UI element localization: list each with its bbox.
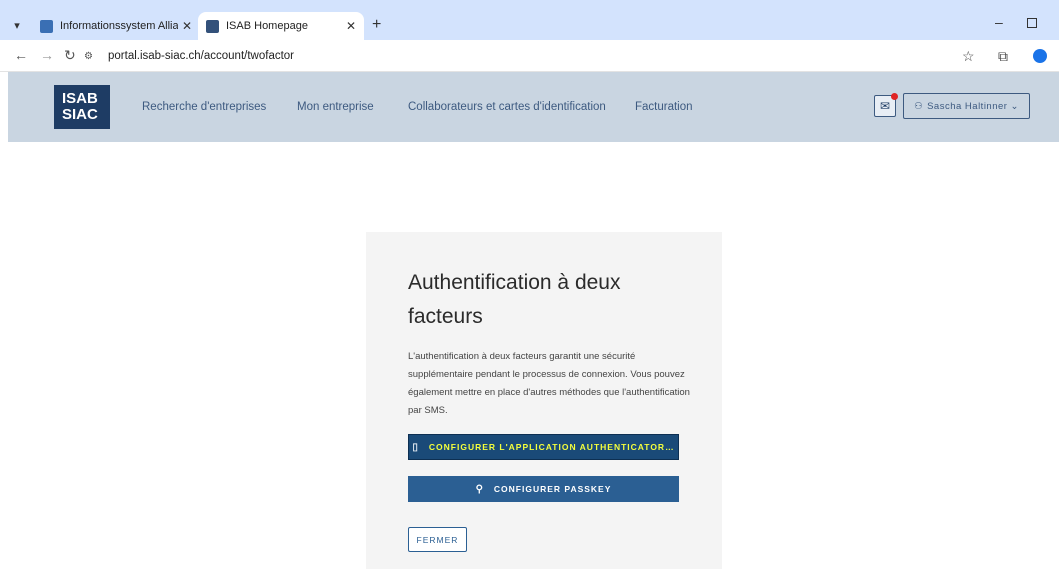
mail-icon: ✉ [879,99,891,113]
reload-icon[interactable]: ↻ [64,47,76,64]
configure-passkey-button[interactable]: ⚲ CONFIGURER PASSKEY [408,476,679,502]
tab-favicon-icon [206,19,219,33]
card-title: Authentification à deux facteurs [408,271,621,328]
logo-line1: ISAB [62,90,98,107]
nav-mon-entreprise[interactable]: Mon entreprise [297,101,374,113]
authenticator-label: CONFIGURER L'APPLICATION AUTHENTICATOR… [428,442,675,452]
profile-avatar-icon[interactable] [1033,49,1047,63]
bookmark-star-icon[interactable]: ☆ [962,48,975,65]
browser-tab-inactive[interactable]: Informationssystem Allianz Bau ✕ [32,12,200,40]
phone-icon: ▯ [412,441,419,453]
site-header: ISAB SIAC Recherche d'entreprises Mon en… [8,72,1059,142]
url-text: portal.isab-siac.ch/account/twofactor [108,50,295,62]
back-arrow-icon[interactable]: ← [14,47,28,63]
extensions-puzzle-icon[interactable]: ⧉ [998,48,1008,65]
configure-authenticator-button[interactable]: ▯ CONFIGURER L'APPLICATION AUTHENTICATOR… [408,434,679,460]
chevron-down-icon: ⌄ [1010,100,1019,112]
browser-tabstrip: ▾ Informationssystem Allianz Bau ✕ ISAB … [0,0,1059,40]
tab-title: ISAB Homepage [226,20,308,32]
window-minimize-icon[interactable]: – [995,14,1003,30]
site-settings-icon[interactable]: ⚙ [84,51,98,62]
forward-arrow-icon[interactable]: → [40,47,54,63]
browser-toolbar: ← → ↻ ⚙ portal.isab-siac.ch/account/twof… [0,40,1059,72]
isab-logo[interactable]: ISAB SIAC [54,85,110,129]
messages-button[interactable]: ✉ [874,93,898,117]
logo-line2: SIAC [62,106,98,123]
tab-close-icon[interactable]: ✕ [182,19,192,33]
nav-recherche[interactable]: Recherche d'entreprises [142,101,266,113]
window-maximize-icon[interactable] [1027,18,1037,28]
address-bar[interactable]: ⚙ portal.isab-siac.ch/account/twofactor [84,44,984,68]
tab-close-icon[interactable]: ✕ [346,19,356,33]
new-tab-plus-icon[interactable]: + [372,16,381,34]
twofactor-card: Authentification à deux facteurs L'authe… [366,232,722,569]
browser-tab-active[interactable]: ISAB Homepage ✕ [198,12,364,40]
tab-search-chevron-icon[interactable]: ▾ [6,14,28,36]
key-icon: ⚲ [475,483,484,495]
tab-favicon-icon [40,19,53,33]
user-icon: ⚇ [914,100,924,112]
passkey-label: CONFIGURER PASSKEY [493,484,612,494]
notification-dot [891,93,898,100]
nav-facturation[interactable]: Facturation [635,101,693,113]
nav-collaborateurs[interactable]: Collaborateurs et cartes d'identificatio… [408,101,606,113]
tab-title: Informationssystem Allianz Bau [60,20,178,32]
close-button[interactable]: FERMER [408,527,467,552]
user-name: Sascha Haltinner [927,100,1008,112]
user-menu-button[interactable]: ⚇ Sascha Haltinner ⌄ [903,93,1030,119]
card-description: L'authentification à deux facteurs garan… [408,351,690,416]
